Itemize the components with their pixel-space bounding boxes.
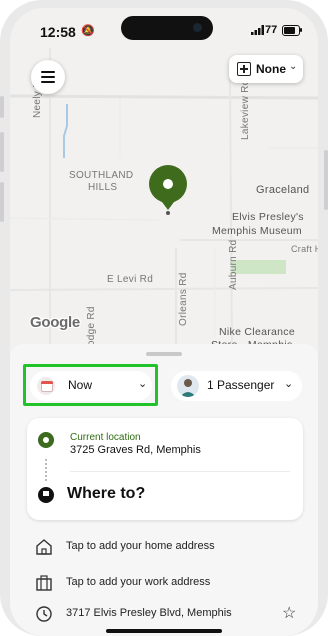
side-button xyxy=(0,182,4,222)
shortcut-home[interactable]: Tap to add your home address xyxy=(10,534,318,562)
map-poi-label: Graceland xyxy=(256,184,310,196)
shortcut-label: Tap to add your work address xyxy=(66,576,211,588)
shortcut-label: Tap to add your home address xyxy=(66,540,215,552)
status-time: 12:58 xyxy=(40,24,76,40)
ride-filter-label: None xyxy=(256,62,286,76)
hamburger-menu-icon xyxy=(41,71,55,73)
sheet-drag-handle[interactable] xyxy=(146,352,182,356)
passenger-count-label: 1 Passenger xyxy=(207,378,275,392)
signal-icon xyxy=(251,25,264,35)
phone-frame: Neely Rd Lakeview Rd SOUTHLAND HILLS Gra… xyxy=(0,0,328,636)
map-poi-label: Memphis Museum xyxy=(212,225,302,237)
dynamic-island xyxy=(121,16,213,40)
home-icon xyxy=(36,539,52,555)
star-icon[interactable]: ☆ xyxy=(282,603,296,623)
battery-icon xyxy=(282,25,300,36)
clock-icon xyxy=(36,606,52,622)
shortcut-label: 3717 Elvis Presley Blvd, Memphis xyxy=(66,607,232,619)
map-street-label: Lakeview Rd xyxy=(240,79,251,140)
bottom-sheet: Now ⌄ 1 Passenger ⌄ Current location 372… xyxy=(10,344,318,636)
current-location-icon xyxy=(38,432,54,448)
flag-icon xyxy=(38,487,54,503)
map-poi-label: Nike Clearance xyxy=(219,326,295,338)
ride-filter-button[interactable]: None ⌄ xyxy=(229,55,303,83)
passenger-selector[interactable]: 1 Passenger ⌄ xyxy=(171,371,302,401)
map-area-label: HILLS xyxy=(88,182,118,193)
status-bar: 12:58 🔕 77 xyxy=(10,8,318,48)
passenger-avatar-icon xyxy=(177,375,199,397)
destination-input[interactable]: Where to? xyxy=(67,485,145,503)
battery-tip xyxy=(300,28,302,32)
divider xyxy=(70,471,290,472)
bell-slash-icon: 🔕 xyxy=(81,25,95,37)
briefcase-icon xyxy=(36,575,52,591)
map-street-label: E Levi Rd xyxy=(107,274,154,285)
hamburger-line xyxy=(41,76,55,78)
map-poi-label: Elvis Presley's xyxy=(232,211,304,223)
chevron-down-icon: ⌄ xyxy=(284,378,294,390)
side-button xyxy=(324,150,328,210)
screen: Neely Rd Lakeview Rd SOUTHLAND HILLS Gra… xyxy=(10,8,318,636)
current-location-label: Current location xyxy=(70,432,141,443)
home-indicator[interactable] xyxy=(106,629,222,633)
google-logo: Google xyxy=(30,314,80,331)
map-street-label: Orleans Rd xyxy=(178,272,189,326)
map-street-label: Auburn Rd xyxy=(228,239,239,290)
map-area-label: SOUTHLAND xyxy=(69,170,134,181)
battery-level: 77 xyxy=(265,24,278,36)
side-button xyxy=(0,96,4,118)
plus-box-icon xyxy=(237,62,251,76)
shortcut-recent[interactable]: 3717 Elvis Presley Blvd, Memphis ☆ xyxy=(10,601,318,629)
hamburger-menu-button[interactable] xyxy=(31,60,65,94)
shortcut-work[interactable]: Tap to add your work address xyxy=(10,570,318,598)
map-poi-label: Craft H xyxy=(291,244,318,254)
side-button xyxy=(0,132,4,172)
route-connector xyxy=(45,459,47,481)
hamburger-line xyxy=(41,81,55,83)
current-location-address[interactable]: 3725 Graves Rd, Memphis xyxy=(70,444,201,456)
chevron-down-icon: ⌄ xyxy=(289,61,298,72)
selection-highlight xyxy=(23,364,158,406)
route-card: Current location 3725 Graves Rd, Memphis… xyxy=(27,418,303,520)
